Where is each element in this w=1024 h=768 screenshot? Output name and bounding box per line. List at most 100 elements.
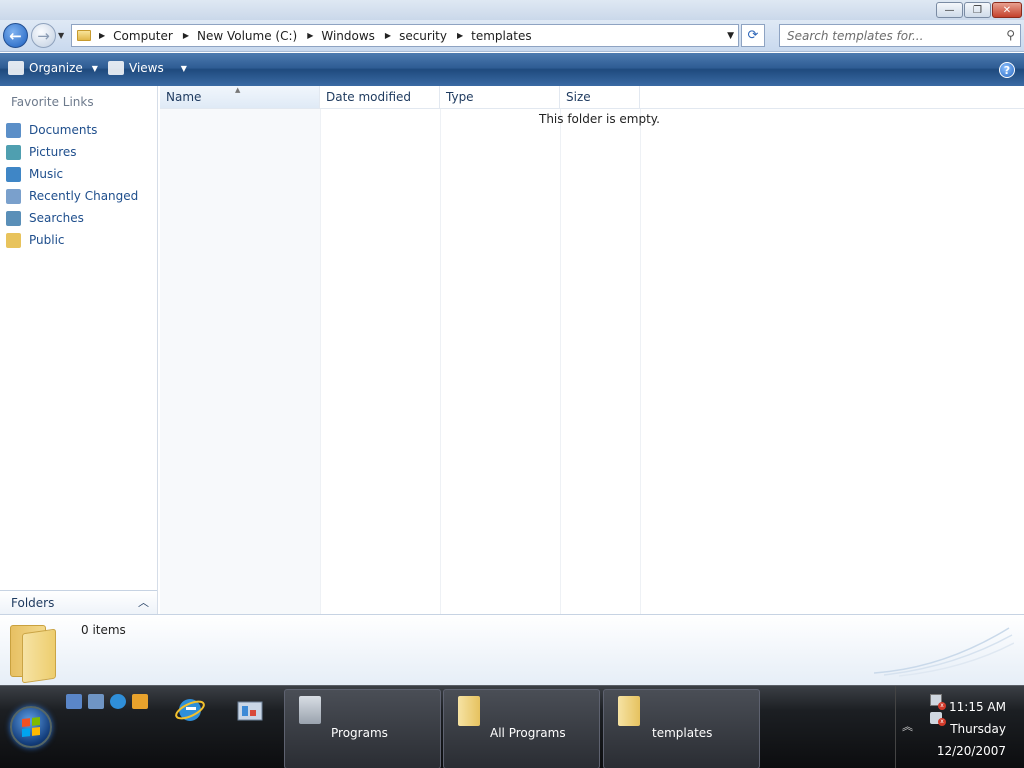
switch-windows-icon[interactable] (88, 694, 104, 709)
name-column-highlight (160, 109, 320, 614)
column-header-label: Name (166, 90, 202, 104)
navigation-pane: Favorite Links Documents Pictures Music … (0, 86, 158, 614)
favorite-links-heading: Favorite Links (11, 95, 94, 109)
minimize-button[interactable]: — (936, 2, 963, 18)
search-input[interactable] (780, 25, 990, 46)
search-icon[interactable]: ⚲ (1006, 28, 1015, 42)
column-header-label: Type (446, 90, 474, 104)
title-bar: — ❐ ✕ (0, 0, 1024, 20)
chevron-right-icon[interactable]: ▶ (457, 31, 463, 40)
column-header-label: Date modified (326, 90, 412, 104)
breadcrumb-templates[interactable]: ▶ templates (457, 29, 532, 43)
favorite-link-public[interactable]: Public (6, 229, 138, 251)
column-header-label: Size (566, 90, 591, 104)
searches-icon (6, 210, 21, 226)
file-list[interactable]: ▲ Name Date modified Type Size This fold… (160, 86, 1024, 614)
chevron-right-icon[interactable]: ▶ (99, 31, 105, 40)
programs-icon (299, 696, 321, 724)
chevron-down-icon: ▼ (91, 63, 98, 73)
back-button[interactable]: ← (3, 23, 28, 48)
folders-toggle[interactable]: Folders ︿ (0, 590, 157, 614)
folder-icon (458, 696, 480, 726)
address-bar[interactable]: ▶ Computer ▶ New Volume (C:) ▶ Windows ▶ sec… (71, 24, 739, 47)
column-divider (440, 109, 441, 614)
search-box[interactable]: ⚲ (779, 24, 1021, 47)
folders-label: Folders (11, 595, 55, 610)
column-header-name[interactable]: ▲ Name (160, 86, 320, 109)
favorite-link-music[interactable]: Music (6, 163, 138, 185)
organize-label: Organize (29, 61, 83, 75)
folder-icon (77, 30, 91, 41)
forward-button[interactable]: → (31, 23, 56, 48)
chevron-down-icon[interactable]: ▼ (181, 64, 187, 73)
views-button[interactable]: Views ▼ (108, 61, 187, 75)
media-player-icon[interactable] (132, 694, 148, 709)
column-header-date-modified[interactable]: Date modified (320, 86, 440, 109)
column-header-filler (640, 86, 1024, 109)
chevron-right-icon[interactable]: ▶ (183, 31, 189, 40)
column-header-size[interactable]: Size (560, 86, 640, 109)
column-divider (320, 109, 321, 614)
internet-explorer-icon[interactable] (174, 694, 206, 726)
chevron-right-icon[interactable]: ▶ (385, 31, 391, 40)
show-desktop-icon[interactable] (66, 694, 82, 709)
refresh-icon: ⟳ (747, 28, 759, 43)
navigation-bar: ← → ▼ ▶ Computer ▶ New Volume (C:) ▶ Window… (0, 20, 1024, 52)
internet-explorer-icon[interactable] (110, 694, 126, 709)
organize-button[interactable]: Organize ▼ (8, 61, 98, 75)
breadcrumb-label: security (399, 28, 447, 43)
public-folder-icon (6, 232, 21, 248)
views-icon (108, 61, 124, 75)
recently-changed-icon (6, 188, 21, 204)
quick-launch-small (66, 694, 148, 709)
breadcrumb-computer[interactable]: ▶ Computer (99, 29, 173, 43)
taskbar-button-all-programs[interactable]: All Programs (443, 689, 600, 768)
favorite-link-label: Public (29, 233, 65, 247)
folder-front-shape (22, 628, 56, 684)
taskbar: Programs All Programs templates ︽ x x 11… (0, 685, 1024, 768)
favorite-link-documents[interactable]: Documents (6, 119, 138, 141)
start-button[interactable] (10, 706, 52, 748)
breadcrumb-label: New Volume (C:) (196, 28, 298, 43)
column-divider (560, 109, 561, 614)
refresh-button[interactable]: ⟳ (741, 24, 765, 47)
breadcrumb-label: Computer (113, 28, 173, 43)
address-dropdown-icon[interactable]: ▼ (727, 31, 734, 41)
help-icon[interactable]: ? (999, 62, 1015, 78)
decorative-swoosh (874, 627, 1014, 677)
chevron-up-icon[interactable]: ︿ (138, 594, 149, 610)
taskbar-button-label: templates (652, 726, 713, 740)
column-divider (640, 109, 641, 614)
favorite-link-label: Recently Changed (29, 189, 139, 203)
details-pane: 0 items (0, 614, 1024, 685)
favorite-link-label: Documents (29, 123, 98, 137)
empty-folder-message: This folder is empty. (539, 112, 660, 126)
favorite-link-searches[interactable]: Searches (6, 207, 138, 229)
caption-buttons: — ❐ ✕ (936, 2, 1022, 18)
favorite-link-label: Searches (29, 211, 84, 225)
column-header-type[interactable]: Type (440, 86, 560, 109)
maximize-button[interactable]: ❐ (964, 2, 991, 18)
control-panel-icon[interactable] (234, 694, 266, 726)
sort-ascending-icon: ▲ (235, 86, 241, 94)
favorite-link-label: Music (29, 167, 64, 181)
breadcrumb-new-volume[interactable]: ▶ New Volume (C:) (183, 29, 297, 43)
clock[interactable]: 11:15 AM Thursday 12/20/2007 (937, 696, 1006, 762)
clock-date: 12/20/2007 (936, 744, 1006, 758)
chevron-right-icon[interactable]: ▶ (307, 31, 313, 40)
taskbar-button-templates[interactable]: templates (603, 689, 760, 768)
music-icon (6, 166, 21, 182)
breadcrumb-windows[interactable]: ▶ Windows (307, 29, 375, 43)
show-hidden-icons-icon[interactable]: ︽ (902, 718, 913, 734)
windows-logo-icon (22, 717, 40, 737)
recent-pages-dropdown-icon[interactable]: ▼ (58, 31, 64, 40)
notification-area: ︽ x x 11:15 AM Thursday 12/20/2007 (895, 686, 1024, 768)
documents-icon (6, 122, 21, 138)
taskbar-button-label: All Programs (490, 726, 566, 740)
close-button[interactable]: ✕ (992, 2, 1022, 18)
breadcrumb-label: templates (471, 28, 532, 43)
breadcrumb-security[interactable]: ▶ security (385, 29, 447, 43)
taskbar-button-programs[interactable]: Programs (284, 689, 441, 768)
favorite-link-recently-changed[interactable]: Recently Changed (6, 185, 138, 207)
favorite-link-pictures[interactable]: Pictures (6, 141, 138, 163)
